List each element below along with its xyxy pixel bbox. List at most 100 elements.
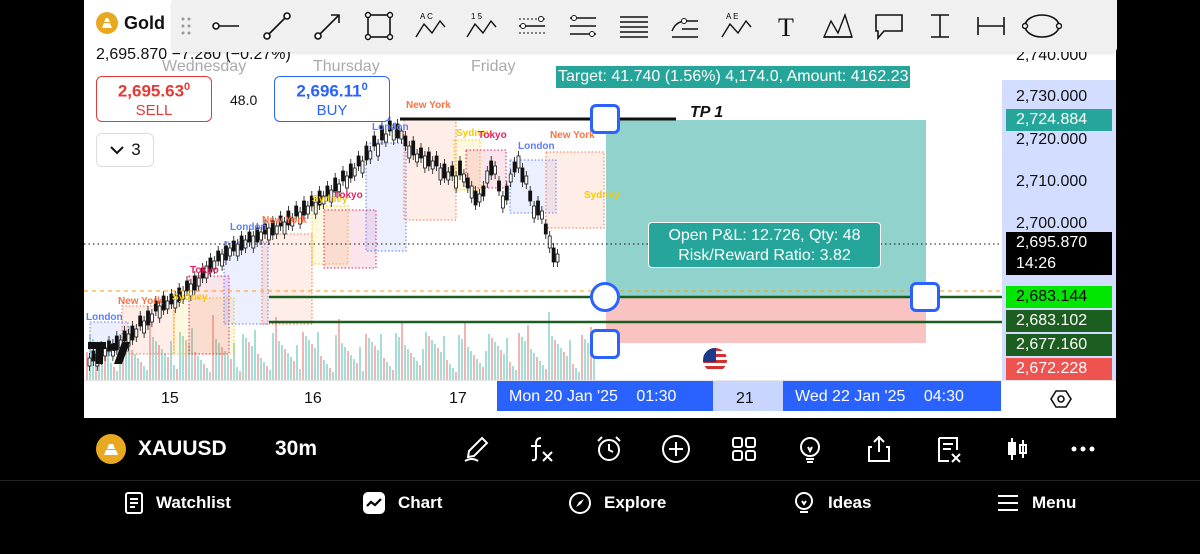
entry-handle[interactable]: [590, 282, 620, 312]
candle: [454, 175, 459, 189]
volume-bar: [482, 367, 484, 380]
volume-bar: [515, 370, 517, 380]
pnl-box[interactable]: Open P&L: 12.726, Qty: 48 Risk/Reward Ra…: [648, 222, 881, 268]
candle: [520, 167, 525, 183]
text-icon: T: [778, 13, 794, 41]
time-tick: 17: [449, 390, 467, 407]
symbol-header[interactable]: Gold: [96, 12, 165, 34]
parallel-channel-icon: [518, 16, 545, 34]
session-label: New York: [550, 130, 595, 141]
fib-retracement-tool[interactable]: [608, 0, 659, 52]
volume-bar: [464, 323, 466, 380]
date-range-tool[interactable]: [965, 0, 1016, 52]
elliott-wave-tool[interactable]: 1 5: [455, 0, 506, 52]
volume-bar: [236, 367, 238, 380]
interval-selector[interactable]: 30m: [275, 437, 317, 461]
trend-line-tool[interactable]: [200, 0, 251, 52]
candle: [415, 153, 420, 163]
volume-bar: [410, 353, 412, 380]
volume-bar: [467, 347, 469, 380]
nav-chart[interactable]: Chart: [362, 491, 442, 515]
pitchfork-tool[interactable]: [659, 0, 710, 52]
volume-bar: [404, 345, 406, 380]
trading-panel-icon[interactable]: [934, 434, 964, 464]
volume-bar: [326, 364, 328, 380]
lightbulb-icon[interactable]: [795, 434, 825, 464]
plus-circle-icon[interactable]: [661, 434, 691, 464]
take-profit-handle[interactable]: [590, 104, 620, 134]
candle: [465, 177, 470, 189]
candle: [274, 225, 279, 235]
volume-bar: [374, 346, 376, 380]
day-thursday: Thursday: [313, 58, 380, 75]
candle: [555, 253, 560, 263]
nav-explore[interactable]: Explore: [568, 491, 666, 515]
bottom-nav: Watchlist Chart Explore Ideas Menu: [0, 480, 1200, 554]
grid-icon[interactable]: [729, 434, 759, 464]
buy-price: 2,696.11: [296, 81, 362, 101]
nav-menu[interactable]: Menu: [996, 491, 1076, 515]
candles-icon[interactable]: [1002, 434, 1032, 464]
chart-settings-icon[interactable]: [1050, 388, 1072, 415]
price-range-tool[interactable]: [914, 0, 965, 52]
symbol-bar: XAUUSD 30m: [84, 418, 1116, 480]
candle: [138, 315, 143, 327]
sell-button[interactable]: 2,695.630 SELL: [96, 76, 212, 122]
candle: [516, 155, 521, 169]
nav-ideas[interactable]: Ideas: [792, 491, 871, 515]
volume-bar: [389, 366, 391, 380]
candle: [469, 185, 474, 199]
rectangle-tool[interactable]: [353, 0, 404, 52]
chevron-down-icon: [110, 146, 124, 155]
position-end-handle[interactable]: [910, 282, 940, 312]
candle: [360, 160, 365, 174]
nav-watchlist[interactable]: Watchlist: [124, 491, 231, 515]
ray-tool[interactable]: [251, 0, 302, 52]
volume-bar: [572, 364, 574, 380]
collapse-indicators-button[interactable]: 3: [96, 133, 154, 167]
gold-bars-icon: [96, 434, 126, 464]
function-icon[interactable]: [526, 434, 556, 464]
volume-bar: [341, 343, 343, 380]
buy-button[interactable]: 2,696.110 BUY: [274, 76, 390, 122]
candle: [185, 280, 189, 292]
parallel-channel-tool[interactable]: [506, 0, 557, 52]
share-icon[interactable]: [864, 434, 894, 464]
candle: [352, 167, 357, 177]
symbol-short-name: Gold: [124, 12, 165, 33]
regression-channel-tool[interactable]: [557, 0, 608, 52]
drag-handle-icon[interactable]: [172, 0, 200, 52]
text-tool[interactable]: T: [761, 0, 812, 52]
alarm-icon[interactable]: [594, 434, 624, 464]
volume-bar: [530, 349, 532, 380]
more-icon[interactable]: [1068, 434, 1098, 464]
arrow-tool[interactable]: [302, 0, 353, 52]
gold-logo-icon: [96, 12, 118, 34]
symbol-ticker[interactable]: XAUUSD: [138, 437, 227, 461]
time-tick: 15: [161, 390, 179, 407]
volume-bar: [398, 337, 400, 380]
callout-tool[interactable]: [863, 0, 914, 52]
volume-bar: [209, 372, 211, 380]
ellipse-tool[interactable]: [1016, 0, 1067, 52]
arrow-icon: [313, 14, 340, 40]
brush-icon[interactable]: [461, 434, 491, 464]
candle: [532, 205, 537, 219]
session-label: London: [518, 141, 555, 152]
stop-loss-handle[interactable]: [590, 329, 620, 359]
time-tick: 21: [736, 390, 754, 407]
abcd-pattern-tool[interactable]: A C: [404, 0, 455, 52]
xabcd-pattern-tool[interactable]: [812, 0, 863, 52]
time-axis[interactable]: 15 16 17 21 Mon 20 Jan '25 01:30 Wed 22 …: [84, 380, 1116, 418]
candle: [134, 328, 139, 338]
ae-pattern-tool[interactable]: A E: [710, 0, 761, 52]
us-flag-event-icon[interactable]: [701, 346, 729, 374]
session-label: Tokyo: [478, 130, 507, 141]
volume-bar: [377, 350, 379, 380]
candle: [216, 250, 221, 262]
volume-bar: [386, 362, 388, 380]
candle: [383, 133, 388, 143]
price-axis[interactable]: 2,740.000 2,730.000 2,720.000 2,710.000 …: [1002, 0, 1116, 380]
candle: [220, 253, 225, 267]
session-label: Sydney: [584, 190, 620, 201]
